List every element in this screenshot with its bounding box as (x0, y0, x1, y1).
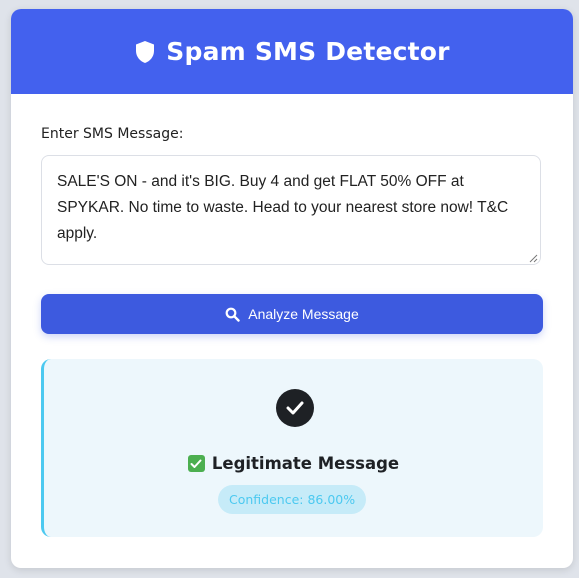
resize-handle-icon[interactable] (529, 254, 538, 263)
app-header: Spam SMS Detector (11, 9, 573, 94)
message-label: Enter SMS Message: (41, 126, 184, 142)
search-icon (225, 307, 240, 322)
result-panel: Legitimate Message Confidence: 86.00% (41, 359, 543, 537)
shield-icon (134, 40, 156, 64)
confidence-badge: Confidence: 86.00% (218, 485, 367, 514)
detector-card: Spam SMS Detector Enter SMS Message: SAL… (11, 9, 573, 568)
app-title: Spam SMS Detector (166, 37, 450, 66)
verdict-row: Legitimate Message (44, 454, 543, 473)
verdict-text: Legitimate Message (211, 454, 400, 473)
check-circle-icon (276, 389, 314, 427)
analyze-button-label: Analyze Message (248, 306, 359, 322)
analyze-message-button[interactable]: Analyze Message (41, 294, 543, 334)
check-mark-icon (187, 455, 205, 472)
sms-message-input[interactable]: SALE'S ON - and it's BIG. Buy 4 and get … (41, 155, 541, 265)
